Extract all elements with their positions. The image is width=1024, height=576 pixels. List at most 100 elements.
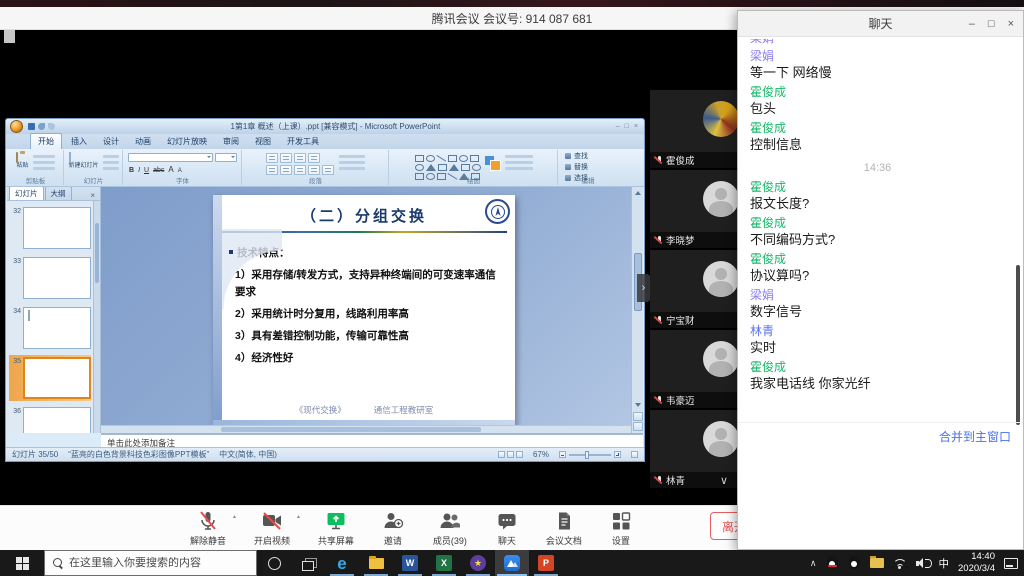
tab-developer[interactable]: 开发工具	[280, 134, 326, 149]
undo-icon[interactable]	[38, 123, 45, 130]
video-options-caret-icon[interactable]: ▲	[296, 514, 301, 520]
font-size-dropdown[interactable]	[215, 153, 237, 162]
ppt-titlebar[interactable]: 1第1章 概述（上课）.ppt [兼容模式] - Microsoft Power…	[6, 119, 644, 134]
slide[interactable]: （二）分组交换 技术特点： 1）采用存储/转发方式，支持异种终端间的可变速率通信…	[213, 195, 515, 425]
pane-tab-slides[interactable]: 幻灯片	[9, 187, 44, 200]
zoom-out-icon[interactable]	[559, 451, 566, 458]
qq-icon[interactable]	[848, 556, 861, 571]
view-mode-buttons[interactable]	[498, 451, 523, 458]
taskbar-clock[interactable]: 14:40 2020/3/4	[958, 551, 995, 575]
slide-thumbnail[interactable]: 32	[9, 205, 91, 251]
grow-font-icon[interactable]: A	[168, 165, 173, 174]
task-view-button[interactable]	[291, 550, 325, 576]
taskbar-app-edge[interactable]: e	[325, 550, 359, 576]
participant-tile[interactable]: 李晓梦	[650, 170, 742, 248]
collapse-video-panel-handle[interactable]: ›	[637, 274, 650, 302]
meeting-docs-button[interactable]: 会议文档	[542, 510, 586, 547]
tab-review[interactable]: 审阅	[216, 134, 246, 149]
taskbar-search[interactable]	[44, 550, 257, 576]
redo-icon[interactable]	[48, 123, 55, 130]
taskbar-app-powerpoint[interactable]: P	[529, 550, 563, 576]
mic-options-caret-icon[interactable]: ▲	[232, 514, 237, 520]
pane-close-icon[interactable]: ×	[87, 191, 98, 200]
chat-maximize-button[interactable]: □	[988, 18, 995, 30]
zoom-in-icon[interactable]	[614, 451, 621, 458]
chat-close-button[interactable]: ×	[1008, 18, 1014, 30]
font-name-dropdown[interactable]	[128, 153, 213, 162]
scroll-down-icon[interactable]	[635, 403, 641, 407]
slide-thumbnail[interactable]: 33	[9, 255, 91, 301]
vertical-scrollbar[interactable]	[631, 187, 643, 433]
horizontal-scrollbar[interactable]	[101, 425, 633, 433]
chat-input-area[interactable]	[738, 450, 1023, 549]
replace-button[interactable]: 替换	[559, 161, 617, 172]
slides-small-buttons[interactable]	[103, 153, 119, 170]
search-input[interactable]	[69, 557, 239, 569]
align-buttons[interactable]	[266, 165, 334, 175]
tab-design[interactable]: 设计	[96, 134, 126, 149]
tab-insert[interactable]: 插入	[64, 134, 94, 149]
settings-button[interactable]: 设置	[599, 510, 643, 547]
taskbar-app-star[interactable]: ★	[461, 550, 495, 576]
shape-style-buttons[interactable]	[505, 153, 533, 170]
next-slide-button[interactable]	[633, 422, 643, 431]
participant-tile[interactable]: 韦豪迈	[650, 330, 742, 408]
pane-tab-outline[interactable]: 大纲	[45, 187, 72, 200]
tab-view[interactable]: 视图	[248, 134, 278, 149]
slides-pane-scrollbar[interactable]	[93, 201, 100, 433]
save-icon[interactable]	[28, 123, 35, 130]
merge-to-main-window-link[interactable]: 合并到主窗口	[939, 428, 1011, 445]
ppt-close-button[interactable]: ×	[634, 123, 638, 130]
scroll-up-icon[interactable]	[635, 191, 641, 195]
taskbar-app-meeting[interactable]	[495, 550, 529, 576]
zoom-slider[interactable]	[559, 451, 621, 458]
paragraph-small-buttons[interactable]	[339, 153, 365, 177]
paste-button[interactable]: 粘贴	[16, 153, 28, 170]
shrink-font-icon[interactable]: A	[178, 168, 182, 174]
cortana-button[interactable]	[257, 550, 291, 576]
underline-icon[interactable]: U	[144, 167, 149, 174]
tray-expand-icon[interactable]: ∧	[810, 558, 817, 569]
unmute-button[interactable]: 解除静音	[186, 510, 230, 547]
chat-minimize-button[interactable]: –	[969, 18, 975, 30]
members-button[interactable]: 成员(39)	[428, 510, 472, 547]
participant-tile[interactable]: 林青 ∨	[650, 410, 742, 488]
taskbar-app-excel[interactable]: X	[427, 550, 461, 576]
taskbar-app-word[interactable]: W	[393, 550, 427, 576]
chat-scrollbar[interactable]	[1016, 265, 1020, 425]
chat-button[interactable]: 聊天	[485, 510, 529, 547]
tab-animations[interactable]: 动画	[128, 134, 158, 149]
slide-thumbnail[interactable]: 34	[9, 305, 91, 351]
start-video-button[interactable]: 开启视频	[250, 510, 294, 547]
participant-tile[interactable]: 霍俊成	[650, 90, 742, 168]
chevron-down-icon[interactable]: ∨	[720, 474, 728, 487]
tab-home[interactable]: 开始	[30, 133, 62, 149]
participant-tile[interactable]: 宁宝财	[650, 250, 742, 328]
previous-slide-button[interactable]	[633, 412, 643, 421]
start-button[interactable]	[0, 550, 44, 576]
qq-icon[interactable]	[826, 556, 839, 571]
zoom-slider-handle[interactable]	[585, 451, 589, 459]
tray-folder-icon[interactable]	[870, 558, 884, 568]
bold-icon[interactable]: B	[129, 167, 134, 174]
input-language-indicator[interactable]: 中	[939, 556, 950, 571]
ppt-maximize-button[interactable]: □	[625, 123, 629, 130]
tab-slideshow[interactable]: 幻灯片放映	[160, 134, 214, 149]
volume-icon[interactable]	[916, 558, 930, 569]
ppt-minimize-button[interactable]: –	[616, 123, 620, 130]
list-buttons[interactable]	[266, 153, 334, 163]
action-center-icon[interactable]	[1004, 558, 1018, 569]
office-button[interactable]	[10, 120, 23, 133]
network-icon[interactable]	[893, 558, 907, 569]
chat-titlebar[interactable]: 聊天 – □ ×	[738, 11, 1023, 37]
slide-thumbnail[interactable]: 36	[9, 405, 91, 433]
slide-thumbnail-selected[interactable]: 35	[9, 355, 91, 401]
strikethrough-icon[interactable]: abc	[153, 167, 164, 174]
font-style-buttons[interactable]: B I U abc A A	[124, 162, 241, 174]
clipboard-small-buttons[interactable]	[33, 153, 55, 170]
chat-message-list[interactable]: 梁娟 梁娟 等一下 网络慢 霍俊成 包头 霍俊成 控制信息 14:36 霍俊成	[738, 37, 1017, 422]
new-slide-button[interactable]: 新建幻灯片	[69, 153, 99, 170]
arrange-icon[interactable]	[485, 156, 501, 170]
find-button[interactable]: 查找	[559, 150, 617, 161]
italic-icon[interactable]: I	[138, 167, 140, 174]
